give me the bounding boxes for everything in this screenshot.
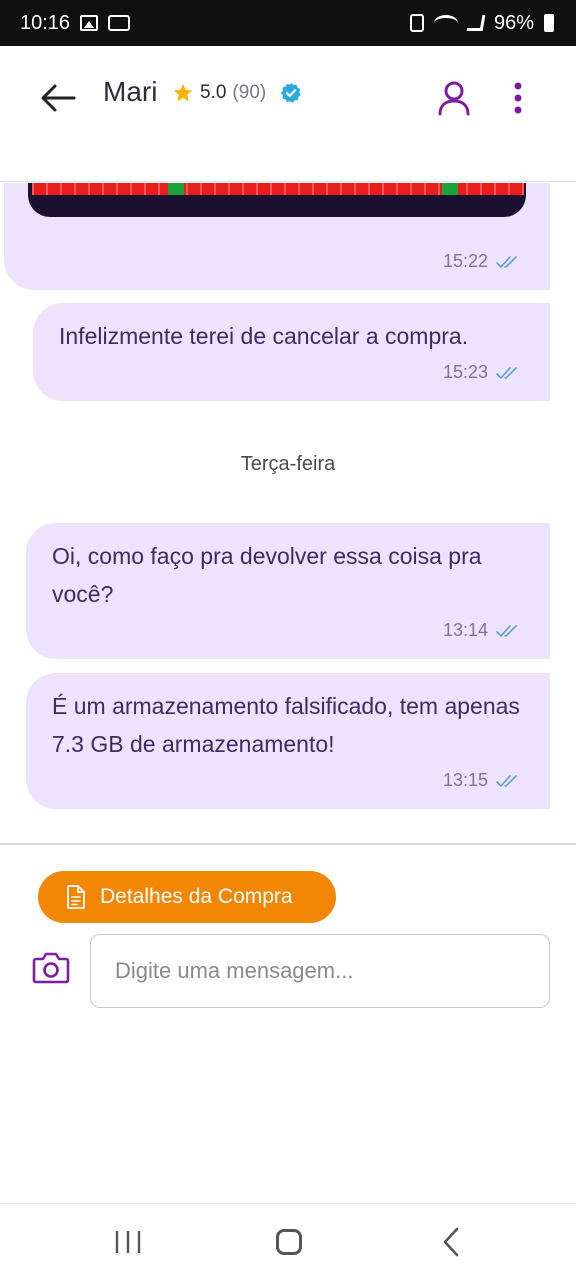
chat-messages[interactable]: 15:22 Infelizmente terei de cancelar a c…: [0, 183, 576, 843]
message-bubble-image[interactable]: 15:22: [4, 183, 550, 290]
verified-badge-icon: [281, 82, 301, 103]
message-bubble[interactable]: Oi, como faço pra devolver essa coisa pr…: [26, 523, 550, 659]
message-time: 15:22: [442, 251, 488, 271]
message-input[interactable]: [90, 934, 550, 1008]
rating-value: 5.0: [200, 82, 227, 103]
more-vertical-icon: [514, 82, 522, 114]
message-time: 13:15: [442, 770, 488, 790]
star-icon: [173, 83, 193, 102]
battery-percent: 96%: [493, 11, 534, 34]
rating: 5.0 (90): [172, 82, 302, 104]
message-timestamp: 15:22: [443, 251, 522, 272]
status-time: 10:16: [20, 11, 71, 34]
system-nav-bar: [0, 1203, 576, 1280]
rating-count: (90): [232, 82, 267, 103]
message-text: É um armazenamento falsificado, tem apen…: [52, 693, 520, 757]
user-icon: [438, 81, 470, 116]
day-separator: Terça-feira: [240, 453, 336, 475]
double-check-icon: [496, 624, 517, 637]
message-bubble[interactable]: Infelizmente terei de cancelar a compra.…: [33, 303, 550, 401]
wifi-icon: [433, 15, 458, 31]
double-check-icon: [496, 366, 517, 379]
status-right: 96%: [409, 11, 554, 35]
chat-header: Mari 5.0 (90): [0, 46, 576, 182]
purchase-details-label: Detalhes da Compra: [100, 885, 293, 908]
message-text: Oi, como faço pra devolver essa coisa pr…: [52, 543, 482, 607]
gallery-notification-icon: [80, 15, 99, 31]
system-back-button[interactable]: [440, 1227, 462, 1257]
message-timestamp: 13:14: [443, 620, 522, 641]
arrow-left-icon: [41, 84, 76, 112]
camera-icon: [32, 952, 70, 984]
contact-name[interactable]: Mari: [103, 76, 157, 108]
recent-apps-button[interactable]: [114, 1230, 142, 1254]
home-button[interactable]: [276, 1229, 302, 1255]
more-options-button[interactable]: [508, 80, 528, 116]
recycle-icon: [409, 14, 424, 32]
signal-icon: [466, 15, 486, 31]
message-bubble[interactable]: É um armazenamento falsificado, tem apen…: [26, 673, 550, 809]
message-text: Infelizmente terei de cancelar a compra.: [59, 323, 469, 349]
message-time: 13:14: [442, 620, 488, 640]
status-bar: 10:16 96%: [0, 0, 576, 46]
message-time: 15:23: [442, 362, 488, 382]
camera-button[interactable]: [32, 951, 70, 985]
voicemail-notification-icon: [108, 15, 131, 31]
status-left: 10:16: [20, 11, 131, 35]
profile-button[interactable]: [436, 80, 472, 116]
message-timestamp: 13:15: [443, 770, 522, 791]
message-image[interactable]: [28, 183, 526, 217]
document-icon: [67, 885, 85, 909]
message-composer: Detalhes da Compra: [0, 843, 576, 1203]
chevron-left-icon: [443, 1227, 459, 1257]
image-mark: [442, 183, 458, 195]
purchase-details-button[interactable]: Detalhes da Compra: [38, 871, 336, 923]
back-button[interactable]: [38, 80, 78, 116]
battery-icon: [544, 14, 554, 32]
image-mark: [168, 183, 184, 195]
message-timestamp: 15:23: [443, 362, 522, 383]
double-check-icon: [496, 255, 517, 268]
recent-apps-icon: [115, 1231, 141, 1253]
double-check-icon: [496, 774, 517, 787]
